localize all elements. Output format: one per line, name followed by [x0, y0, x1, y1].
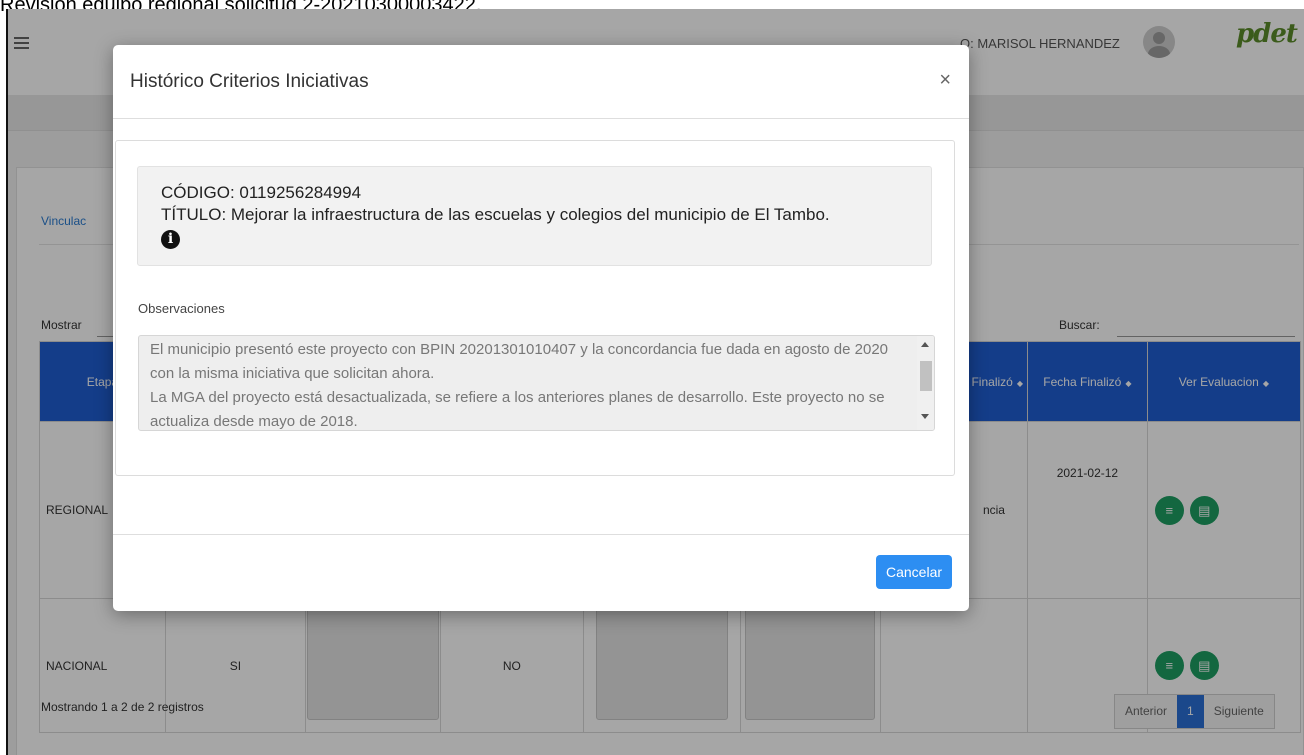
observaciones-textarea[interactable]: El municipio presentó este proyecto con …	[138, 335, 935, 431]
initiative-code: CÓDIGO: 0119256284994	[161, 183, 362, 202]
modal-footer-divider	[113, 534, 969, 535]
scroll-thumb[interactable]	[920, 361, 932, 391]
observaciones-label: Observaciones	[138, 301, 225, 316]
modal-title: Histórico Criterios Iniciativas	[130, 71, 369, 92]
observaciones-text: El municipio presentó este proyecto con …	[150, 341, 889, 430]
app-window: O: MARISOL HERNANDEZ pdet Vinculac Mostr…	[6, 9, 1304, 755]
cancel-button[interactable]: Cancelar	[876, 555, 952, 589]
initiative-title: TÍTULO: Mejorar la infraestructura de la…	[161, 205, 830, 224]
scroll-up-icon[interactable]	[921, 342, 929, 347]
modal-panel: CÓDIGO: 0119256284994 TÍTULO: Mejorar la…	[115, 140, 955, 476]
close-icon[interactable]: ×	[939, 69, 951, 92]
initiative-info-box: CÓDIGO: 0119256284994 TÍTULO: Mejorar la…	[137, 166, 932, 266]
scroll-down-icon[interactable]	[921, 414, 929, 419]
textarea-scrollbar[interactable]	[917, 336, 934, 430]
info-circle-icon[interactable]: i	[161, 230, 180, 249]
modal-divider	[113, 118, 969, 119]
historico-modal: Histórico Criterios Iniciativas × CÓDIGO…	[113, 45, 969, 611]
